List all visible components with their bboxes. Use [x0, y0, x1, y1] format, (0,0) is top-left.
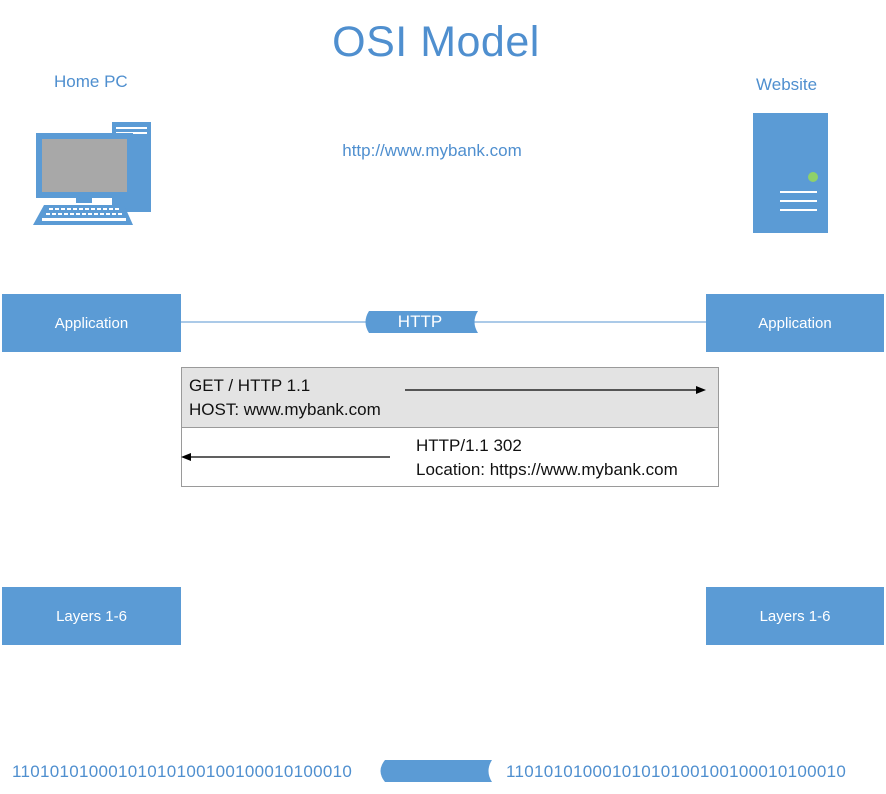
binary-pipe [380, 760, 492, 782]
binary-stream-right: 11010101000101010100100100010100010 [506, 762, 847, 781]
